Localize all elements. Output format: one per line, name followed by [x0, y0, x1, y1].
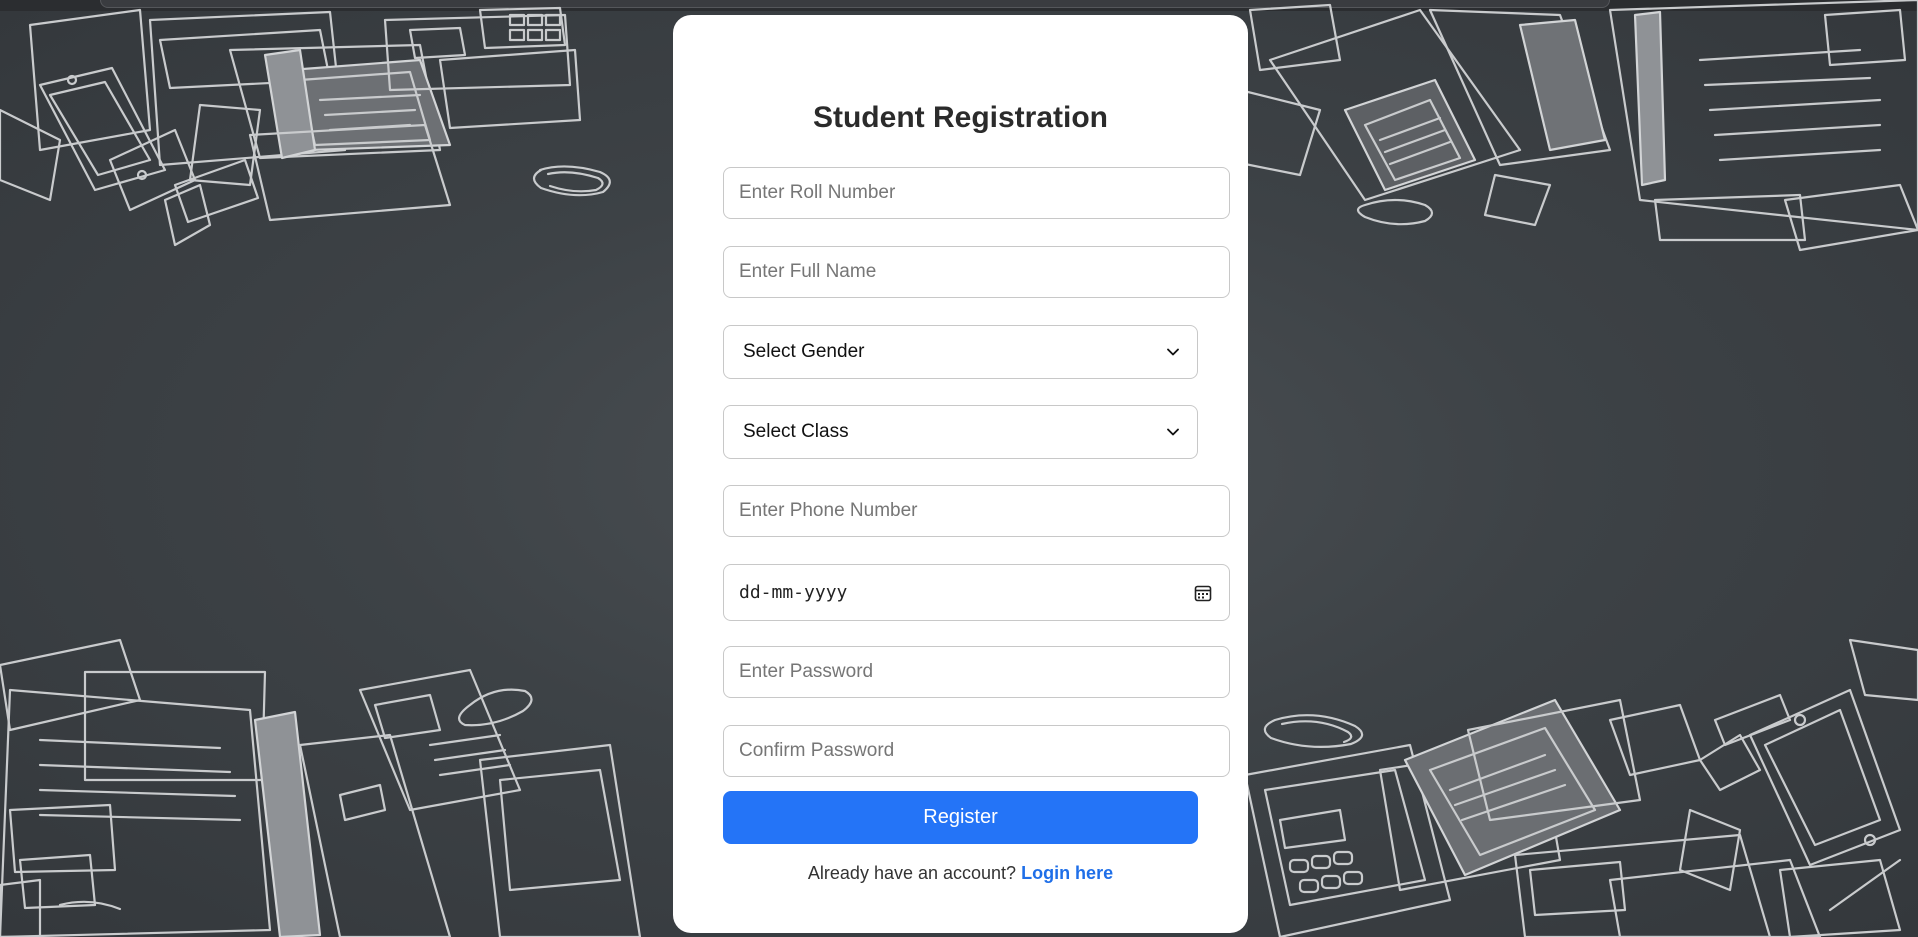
phone-number-input[interactable]: [723, 485, 1230, 537]
page-title: Student Registration: [812, 101, 1108, 134]
date-of-birth-placeholder: dd-mm-yyyy: [739, 582, 848, 603]
password-input[interactable]: [723, 646, 1230, 698]
date-of-birth-input[interactable]: dd-mm-yyyy: [723, 564, 1230, 621]
registration-card: Student Registration Select Gender Selec…: [673, 15, 1248, 933]
register-button[interactable]: Register: [723, 791, 1198, 844]
class-select[interactable]: Select Class: [723, 405, 1198, 459]
login-link[interactable]: Login here: [1021, 863, 1113, 883]
gender-select-value: Select Gender: [743, 341, 865, 362]
login-prompt-text: Already have an account?: [807, 863, 1017, 883]
calendar-icon[interactable]: [1194, 584, 1212, 602]
gender-select[interactable]: Select Gender: [723, 325, 1198, 379]
class-select-value: Select Class: [743, 421, 849, 442]
login-prompt: Already have an account? Login here: [673, 863, 1248, 884]
chevron-down-icon: [1167, 348, 1179, 356]
confirm-password-input[interactable]: [723, 725, 1230, 777]
full-name-input[interactable]: [723, 246, 1230, 298]
chevron-down-icon: [1167, 428, 1179, 436]
roll-number-input[interactable]: [723, 167, 1230, 219]
